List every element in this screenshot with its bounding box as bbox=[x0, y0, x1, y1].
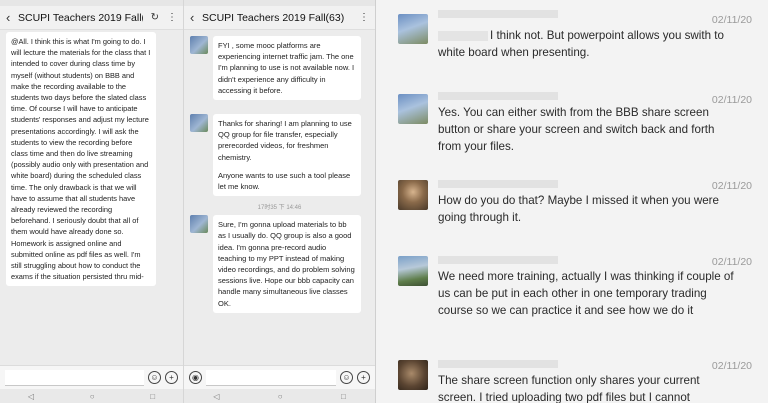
avatar[interactable] bbox=[398, 360, 428, 390]
message-text: Yes. You can either swith from the BBB s… bbox=[438, 106, 715, 153]
chat-message-row: 02/11/20 I think not. But powerpoint all… bbox=[376, 0, 768, 80]
mention-redacted bbox=[438, 30, 488, 41]
avatar[interactable] bbox=[398, 256, 428, 286]
back-arrow-icon[interactable]: ‹ bbox=[190, 10, 202, 25]
message-row: Sure, I'm gonna upload materials to bb a… bbox=[184, 215, 375, 313]
nav-home-icon[interactable]: ○ bbox=[90, 392, 95, 401]
message-text: We need more training, actually I was th… bbox=[438, 270, 734, 317]
chat-title-bar: ‹ SCUPI Teachers 2019 Fall(63) ⋮ bbox=[184, 6, 375, 30]
message-bubble: Thanks for sharing! I am planning to use… bbox=[213, 114, 361, 197]
message-bubble: FYI , some mooc platforms are experienci… bbox=[213, 36, 361, 101]
message-area: @All. I think this is what I'm going to … bbox=[0, 30, 183, 365]
voice-icon[interactable]: ◉ bbox=[189, 371, 202, 384]
nav-back-icon[interactable]: ◁ bbox=[213, 392, 219, 401]
plus-icon[interactable]: + bbox=[165, 371, 178, 384]
chat-message-row: 02/11/20 The share screen function only … bbox=[376, 352, 768, 403]
sender-name bbox=[438, 254, 558, 264]
message-date: 02/11/20 bbox=[711, 360, 752, 372]
more-icon[interactable]: ⋮ bbox=[167, 12, 177, 23]
message-text: I think not. But powerpoint allows you s… bbox=[438, 29, 724, 59]
message-text: The share screen function only shares yo… bbox=[438, 374, 700, 403]
input-bar: ☺ + bbox=[0, 365, 183, 389]
avatar[interactable] bbox=[190, 36, 208, 54]
message-bubble: @All. I think this is what I'm going to … bbox=[6, 32, 156, 287]
group-title: SCUPI Teachers 2019 Fall(63) bbox=[202, 11, 345, 24]
refresh-icon[interactable]: ↻ bbox=[151, 12, 159, 23]
nav-recent-icon[interactable]: □ bbox=[341, 392, 346, 401]
message-text: Thanks for sharing! I am planning to use… bbox=[218, 119, 352, 162]
system-nav-bar: ◁ ○ □ bbox=[0, 389, 183, 403]
message-text: Sure, I'm gonna upload materials to bb a… bbox=[218, 220, 355, 308]
avatar[interactable] bbox=[398, 180, 428, 210]
message-row: @All. I think this is what I'm going to … bbox=[0, 32, 183, 287]
chat-title-bar: ‹ SCUPI Teachers 2019 Fall(63) ↻ ⋮ bbox=[0, 6, 183, 30]
message-date: 02/11/20 bbox=[711, 14, 752, 26]
plus-icon[interactable]: + bbox=[357, 371, 370, 384]
avatar[interactable] bbox=[398, 14, 428, 44]
more-icon[interactable]: ⋮ bbox=[359, 12, 369, 23]
sender-name bbox=[438, 358, 558, 368]
sender-name bbox=[438, 90, 558, 100]
message-date: 02/11/20 bbox=[711, 180, 752, 192]
message-area: FYI , some mooc platforms are experienci… bbox=[184, 30, 375, 365]
timestamp: 17时35 下 14:46 bbox=[257, 205, 302, 212]
avatar[interactable] bbox=[398, 94, 428, 124]
sender-name bbox=[438, 8, 558, 18]
input-bar: ◉ ☺ + bbox=[184, 365, 375, 389]
nav-back-icon[interactable]: ◁ bbox=[28, 392, 34, 401]
message-text: @All. I think this is what I'm going to … bbox=[11, 37, 151, 282]
message-input[interactable] bbox=[206, 369, 336, 386]
avatar[interactable] bbox=[190, 114, 208, 133]
chat-message-row: 02/11/20 We need more training, actually… bbox=[376, 248, 768, 328]
emoji-icon[interactable]: ☺ bbox=[148, 371, 161, 384]
message-text: FYI , some mooc platforms are experienci… bbox=[218, 41, 355, 95]
system-nav-bar: ◁ ○ □ bbox=[184, 389, 375, 403]
message-text: Anyone wants to use such a tool please l… bbox=[218, 170, 351, 192]
message-input[interactable] bbox=[5, 369, 144, 386]
nav-home-icon[interactable]: ○ bbox=[278, 392, 283, 401]
nav-recent-icon[interactable]: □ bbox=[150, 392, 155, 401]
back-arrow-icon[interactable]: ‹ bbox=[6, 10, 18, 25]
message-row: FYI , some mooc platforms are experienci… bbox=[184, 36, 375, 101]
message-date: 02/11/20 bbox=[711, 256, 752, 268]
avatar[interactable] bbox=[190, 215, 208, 234]
phone-screenshot-left: ‹ SCUPI Teachers 2019 Fall(63) ↻ ⋮ @All.… bbox=[0, 0, 184, 403]
sender-name bbox=[438, 178, 558, 188]
chat-message-row: 02/11/20 Yes. You can either swith from … bbox=[376, 82, 768, 162]
chat-screenshot-right: 02/11/20 I think not. But powerpoint all… bbox=[376, 0, 768, 403]
message-text: How do you do that? Maybe I missed it wh… bbox=[438, 194, 719, 224]
chat-message-row: 02/11/20 How do you do that? Maybe I mis… bbox=[376, 172, 768, 252]
phone-screenshot-middle: ‹ SCUPI Teachers 2019 Fall(63) ⋮ FYI , s… bbox=[184, 0, 376, 403]
group-title: SCUPI Teachers 2019 Fall(63) bbox=[18, 11, 143, 24]
message-row: Thanks for sharing! I am planning to use… bbox=[184, 114, 375, 197]
emoji-icon[interactable]: ☺ bbox=[340, 371, 353, 384]
message-bubble: Sure, I'm gonna upload materials to bb a… bbox=[213, 215, 361, 313]
